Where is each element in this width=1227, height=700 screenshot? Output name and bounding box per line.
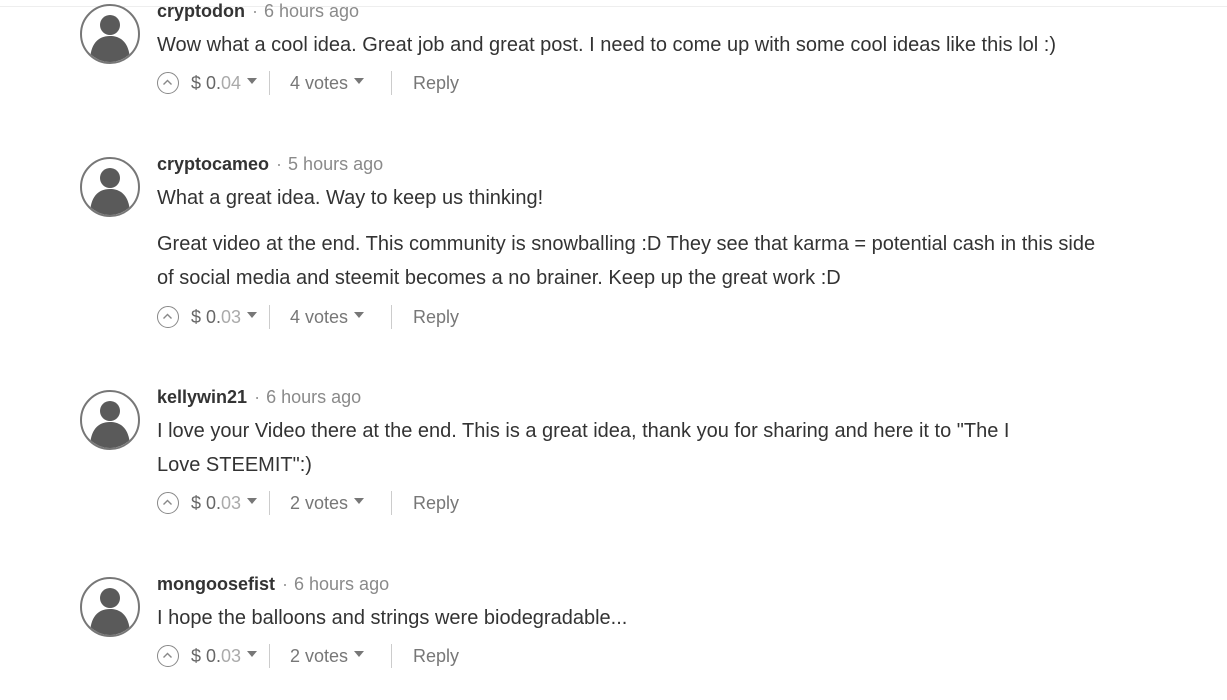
user-silhouette-icon [90,401,130,448]
comment-meta: cryptocameo · 5 hours ago [157,153,383,175]
caret-down-icon [247,78,258,85]
caret-down-icon [247,651,258,658]
comment-author[interactable]: mongoosefist [157,574,275,594]
comment-footer: $ 0.03 2 votes Reply [157,491,557,517]
avatar[interactable] [80,390,140,450]
payout-decimal: 04 [221,73,242,93]
caret-down-icon [354,78,365,85]
payout-decimal: 03 [221,493,242,513]
comment-footer: $ 0.04 4 votes Reply [157,71,557,97]
meta-separator: · [254,387,261,407]
comment-paragraph: I hope the balloons and strings were bio… [157,607,628,629]
meta-separator: · [282,574,289,594]
caret-down-icon [354,498,365,505]
payout-decimal: 03 [221,307,242,327]
meta-separator: · [276,154,283,174]
comment-body: I hope the balloons and strings were bio… [157,601,1117,635]
caret-down-icon [354,312,365,319]
caret-down-icon [354,651,365,658]
payout-dropdown[interactable]: $ 0.04 [191,71,258,95]
comment-time[interactable]: 6 hours ago [266,387,361,407]
reply-link[interactable]: Reply [413,491,459,515]
payout-dropdown[interactable]: $ 0.03 [191,644,258,668]
votes-label: 2 votes [290,646,349,666]
chevron-up-icon [163,313,172,319]
comment-author[interactable]: cryptocameo [157,154,269,174]
caret-down-icon [247,312,258,319]
comment-time[interactable]: 6 hours ago [294,574,389,594]
avatar[interactable] [80,577,140,637]
user-silhouette-icon [90,588,130,635]
votes-dropdown[interactable]: 2 votes [290,644,365,668]
upvote-button[interactable] [157,492,179,514]
comment-paragraph: I love your Video there at the end. This… [157,420,1010,476]
comment-time[interactable]: 5 hours ago [288,154,383,174]
upvote-button[interactable] [157,72,179,94]
votes-dropdown[interactable]: 2 votes [290,491,365,515]
divider [391,305,392,329]
payout-integer: $ 0. [191,73,222,93]
divider [391,491,392,515]
comment-paragraph: What a great idea. Way to keep us thinki… [157,187,544,209]
votes-dropdown[interactable]: 4 votes [290,71,365,95]
chevron-up-icon [163,652,172,658]
comment-author[interactable]: kellywin21 [157,387,247,407]
payout-dropdown[interactable]: $ 0.03 [191,305,258,329]
meta-separator: · [252,1,258,21]
comment-footer: $ 0.03 4 votes Reply [157,305,557,331]
votes-label: 4 votes [290,73,349,93]
votes-label: 2 votes [290,493,349,513]
user-silhouette-icon [90,168,130,215]
comment-time[interactable]: 6 hours ago [264,1,359,21]
comment-body: I love your Video there at the end. This… [157,414,1057,482]
payout-integer: $ 0. [191,646,222,666]
caret-down-icon [247,498,258,505]
comment-author[interactable]: cryptodon [157,1,245,21]
votes-label: 4 votes [290,307,349,327]
chevron-up-icon [163,499,172,505]
divider [269,491,270,515]
avatar[interactable] [80,157,140,217]
payout-integer: $ 0. [191,307,222,327]
payout-integer: $ 0. [191,493,222,513]
comment-meta: cryptodon · 6 hours ago [157,0,359,22]
upvote-button[interactable] [157,306,179,328]
comment-footer: $ 0.03 2 votes Reply [157,644,557,670]
chevron-up-icon [163,79,172,85]
comment-meta: kellywin21 · 6 hours ago [157,386,361,408]
comment-meta: mongoosefist · 6 hours ago [157,573,389,595]
comment-paragraph: Great video at the end. This community i… [157,233,1096,289]
divider [269,71,270,95]
divider [269,305,270,329]
comment-body: What a great idea. Way to keep us thinki… [157,181,1117,295]
votes-dropdown[interactable]: 4 votes [290,305,365,329]
payout-decimal: 03 [221,646,242,666]
divider [391,644,392,668]
reply-link[interactable]: Reply [413,71,459,95]
reply-link[interactable]: Reply [413,305,459,329]
comment-paragraph: Wow what a cool idea. Great job and grea… [157,34,1056,56]
user-silhouette-icon [90,15,130,62]
reply-link[interactable]: Reply [413,644,459,668]
upvote-button[interactable] [157,645,179,667]
avatar[interactable] [80,4,140,64]
divider [269,644,270,668]
divider [391,71,392,95]
payout-dropdown[interactable]: $ 0.03 [191,491,258,515]
comment-body: Wow what a cool idea. Great job and grea… [157,28,1117,62]
